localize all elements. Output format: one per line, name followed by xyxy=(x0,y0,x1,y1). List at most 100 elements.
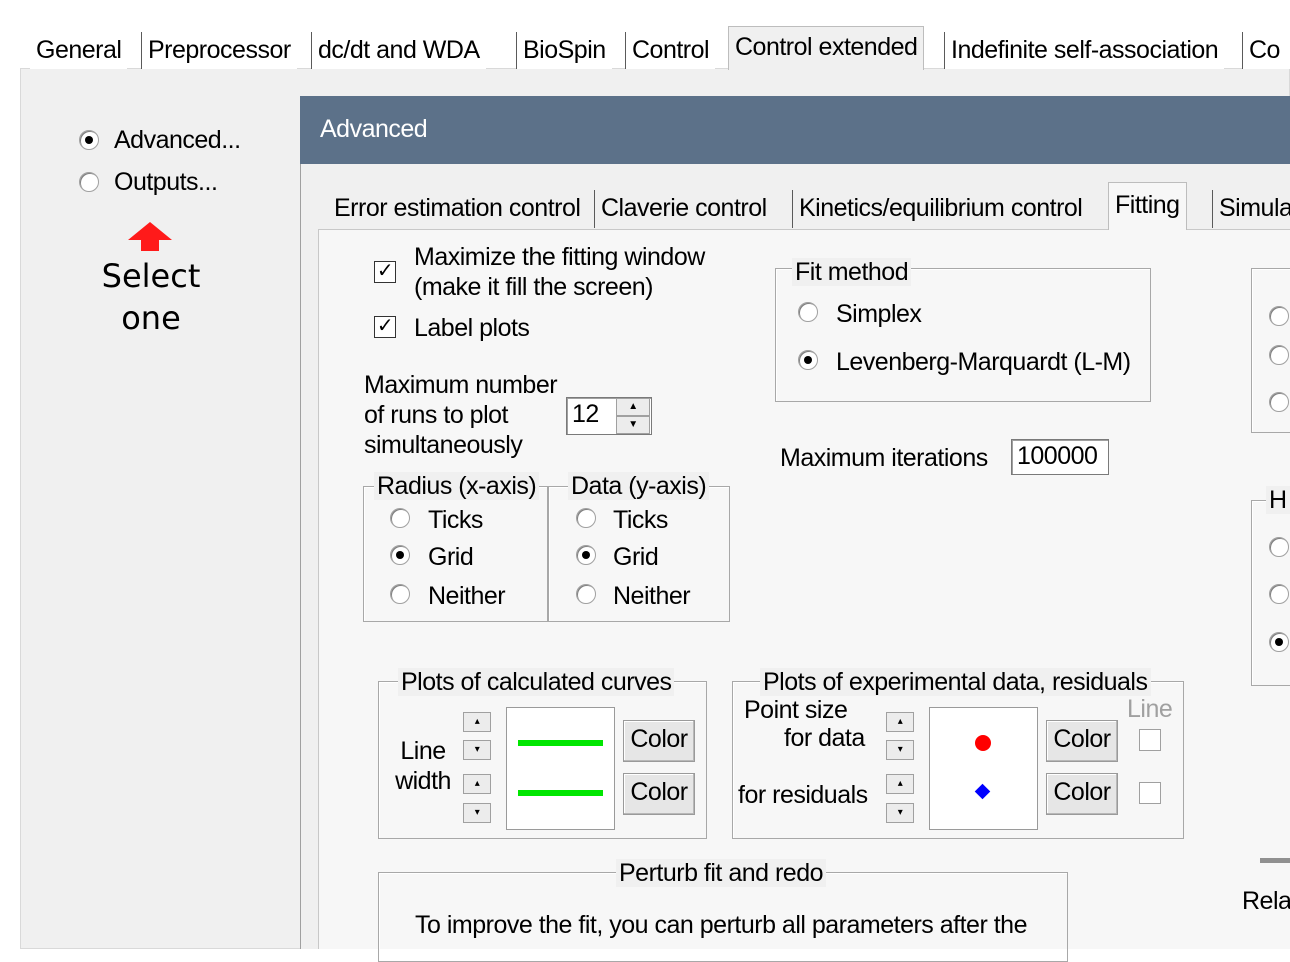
label-plots-checkbox[interactable]: ✓ xyxy=(374,316,396,338)
line-width-line1: Line xyxy=(400,737,446,765)
tab-claverie[interactable]: Claverie control xyxy=(594,190,773,228)
tab-fitting[interactable]: Fitting xyxy=(1108,182,1187,230)
data-color-button[interactable]: Color xyxy=(1046,720,1118,762)
levenberg-marquardt-radio[interactable] xyxy=(798,350,818,370)
levenberg-marquardt-label[interactable]: Levenberg-Marquardt (L-M) xyxy=(836,347,1131,377)
right-top-radio-3[interactable] xyxy=(1269,392,1289,412)
right-h-radio-3[interactable] xyxy=(1269,632,1289,652)
tab-label: General xyxy=(36,36,122,64)
data-line-checkbox[interactable] xyxy=(1139,729,1161,751)
radius-grid-radio[interactable] xyxy=(390,545,410,565)
max-runs-label: Maximum number of runs to plot simultane… xyxy=(364,370,558,460)
tab-preprocessor[interactable]: Preprocessor xyxy=(141,32,297,69)
data-ticks-label[interactable]: Ticks xyxy=(613,505,668,535)
tab-label: BioSpin xyxy=(523,36,606,64)
calc-curve-line-2 xyxy=(518,790,603,796)
max-runs-line3: simultaneously xyxy=(364,431,523,459)
data-axis-title: Data (y-axis) xyxy=(568,472,710,500)
line-width-1-down[interactable]: ▾ xyxy=(463,740,491,760)
maximize-window-checkbox[interactable]: ✓ xyxy=(374,261,396,283)
residual-color-button[interactable]: Color xyxy=(1046,773,1118,815)
simplex-radio[interactable] xyxy=(798,302,818,322)
maximize-line1: Maximize the fitting window xyxy=(414,243,705,271)
max-runs-line1: Maximum number xyxy=(364,371,558,399)
hint-line1: Select xyxy=(101,257,201,295)
right-h-radio-2[interactable] xyxy=(1269,584,1289,604)
tab-kinetics-equilibrium[interactable]: Kinetics/equilibrium control xyxy=(792,190,1089,228)
simplex-label[interactable]: Simplex xyxy=(836,299,922,329)
tab-indefinite-self-association[interactable]: Indefinite self-association xyxy=(944,32,1225,69)
maximize-line2: (make it fill the screen) xyxy=(414,273,653,301)
radio-outputs[interactable] xyxy=(79,172,99,192)
tab-simula[interactable]: Simula xyxy=(1212,190,1290,228)
calc-curve-color-2-button[interactable]: Color xyxy=(623,773,695,815)
tab-control[interactable]: Control xyxy=(625,32,716,69)
right-group-h-title: H xyxy=(1266,486,1290,514)
radio-advanced[interactable] xyxy=(79,130,99,150)
right-divider xyxy=(1260,858,1290,863)
line-header: Line xyxy=(1127,695,1173,723)
data-point-preview xyxy=(929,707,1038,830)
radio-outputs-label[interactable]: Outputs... xyxy=(114,167,218,197)
perturb-title: Perturb fit and redo xyxy=(616,859,827,887)
tab-label: Fitting xyxy=(1115,191,1180,219)
tab-control-extended[interactable]: Control extended xyxy=(728,26,925,70)
point-size-line2: for data xyxy=(784,724,865,752)
tab-label: dc/dt and WDA xyxy=(318,36,480,64)
max-iterations-input[interactable]: 100000 xyxy=(1011,439,1109,475)
radius-ticks-radio[interactable] xyxy=(390,508,410,528)
calc-curve-line-1 xyxy=(518,740,603,746)
point-size-line1: Point size xyxy=(744,696,848,724)
max-runs-spin-down[interactable]: ▼ xyxy=(616,416,650,434)
radius-ticks-label[interactable]: Ticks xyxy=(428,505,483,535)
radius-grid-label[interactable]: Grid xyxy=(428,542,474,572)
tab-biospin[interactable]: BioSpin xyxy=(516,32,612,69)
right-h-radio-1[interactable] xyxy=(1269,537,1289,557)
tab-label: Preprocessor xyxy=(148,36,291,64)
data-grid-label[interactable]: Grid xyxy=(613,542,659,572)
advanced-panel-header: Advanced xyxy=(300,96,1290,164)
data-neither-label[interactable]: Neither xyxy=(613,581,691,611)
max-iterations-value: 100000 xyxy=(1017,442,1098,470)
fit-method-group xyxy=(775,268,1151,402)
label-plots-label[interactable]: Label plots xyxy=(414,313,530,343)
fit-method-title: Fit method xyxy=(792,258,912,286)
right-top-radio-1[interactable] xyxy=(1269,306,1289,326)
calc-curve-color-1-button[interactable]: Color xyxy=(623,720,695,762)
max-runs-spin-up[interactable]: ▲ xyxy=(616,398,650,416)
data-point-size-down[interactable]: ▾ xyxy=(886,740,914,760)
right-top-radio-2[interactable] xyxy=(1269,345,1289,365)
advanced-title: Advanced xyxy=(320,115,428,143)
radius-neither-label[interactable]: Neither xyxy=(428,581,506,611)
line-width-2-up[interactable]: ▴ xyxy=(463,774,491,794)
line-width-label: Line width xyxy=(388,736,458,796)
tab-label: Claverie control xyxy=(601,194,767,222)
maximize-window-label[interactable]: Maximize the fitting window (make it fil… xyxy=(414,242,705,302)
button-label: Color xyxy=(1053,778,1111,806)
arrow-stem xyxy=(141,239,159,251)
right-bottom-label: Rela xyxy=(1242,887,1290,915)
tab-label: Co xyxy=(1249,36,1280,64)
data-grid-radio[interactable] xyxy=(576,545,596,565)
line-width-2-down[interactable]: ▾ xyxy=(463,803,491,823)
tab-label: Indefinite self-association xyxy=(951,36,1219,64)
residual-line-checkbox[interactable] xyxy=(1139,782,1161,804)
max-iterations-label: Maximum iterations xyxy=(780,444,988,472)
line-width-1-up[interactable]: ▴ xyxy=(463,712,491,732)
data-neither-radio[interactable] xyxy=(576,584,596,604)
hint-line2: one xyxy=(121,299,181,337)
tab-general[interactable]: General xyxy=(30,32,128,69)
tab-label: Kinetics/equilibrium control xyxy=(799,194,1083,222)
button-label: Color xyxy=(1053,725,1111,753)
tab-dcdt-wda[interactable]: dc/dt and WDA xyxy=(311,32,486,69)
radius-axis-title: Radius (x-axis) xyxy=(374,472,540,500)
radio-advanced-label[interactable]: Advanced... xyxy=(114,125,241,155)
residual-point-size-up[interactable]: ▴ xyxy=(886,774,914,794)
data-point-size-up[interactable]: ▴ xyxy=(886,712,914,732)
data-ticks-radio[interactable] xyxy=(576,508,596,528)
residual-point-size-down[interactable]: ▾ xyxy=(886,803,914,823)
tab-co[interactable]: Co xyxy=(1242,32,1290,69)
radius-neither-radio[interactable] xyxy=(390,584,410,604)
tab-error-estimation[interactable]: Error estimation control xyxy=(328,190,587,228)
select-one-hint: Select one xyxy=(92,255,210,339)
